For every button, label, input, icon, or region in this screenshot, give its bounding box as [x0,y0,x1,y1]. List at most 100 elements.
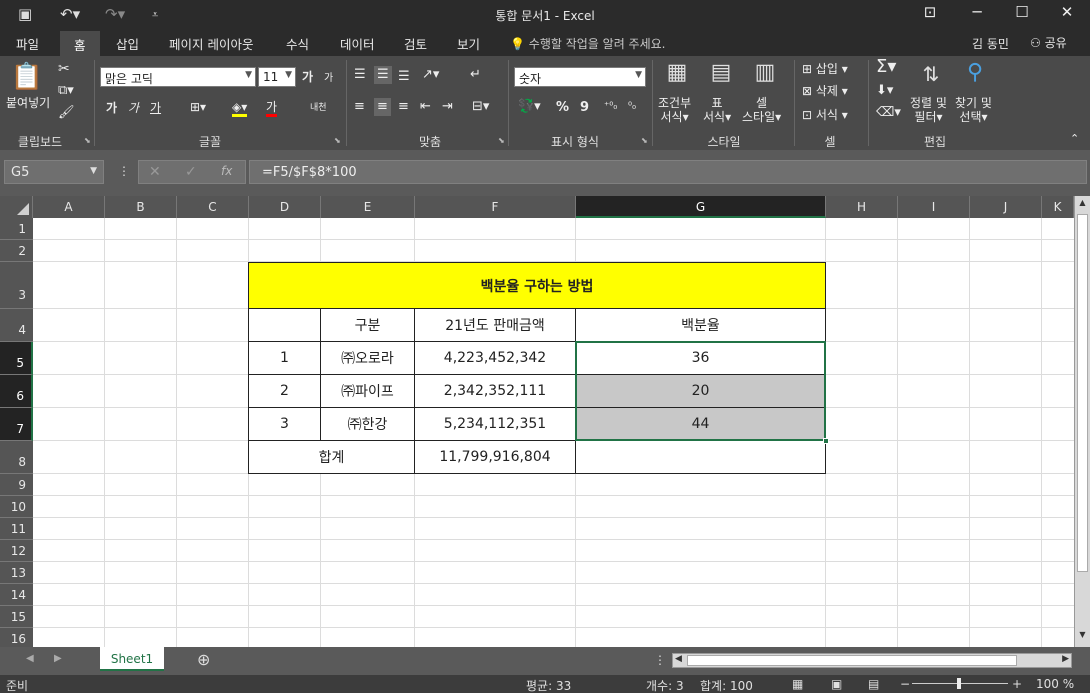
tab-data[interactable]: 데이터 [340,34,375,53]
table-row-percent[interactable]: 20 [575,374,826,408]
insert-function-icon[interactable]: fx [221,164,232,178]
find-select-button[interactable]: 찾기 및 선택▾ [955,96,992,124]
tab-review[interactable]: 검토 [404,34,427,53]
header-name-cell[interactable]: 구분 [320,308,415,342]
align-bottom-icon[interactable]: ☰ [398,70,410,84]
tab-formulas[interactable]: 수식 [286,34,309,53]
scroll-down-icon[interactable]: ▼ [1075,630,1090,645]
phonetic-button[interactable]: 내천 [310,101,327,115]
tell-me-search[interactable]: 💡 수행할 작업을 알려 주세요. [510,35,665,52]
merge-center-icon[interactable]: ⊟▾ [472,100,489,114]
column-header-h[interactable]: H [826,196,898,218]
number-launcher-icon[interactable]: ⬊ [641,136,648,145]
add-sheet-icon[interactable]: ⊕ [197,650,210,669]
column-header-g[interactable]: G [576,196,826,218]
table-row-name[interactable]: ㈜오로라 [320,341,415,375]
font-color-button[interactable]: 가 [266,100,278,117]
horizontal-scrollbar[interactable]: ◀ ▶ [672,653,1072,668]
normal-view-icon[interactable]: ▦ [792,677,803,691]
sheet-tab-sheet1[interactable]: Sheet1 [100,647,164,671]
row-header-11[interactable]: 11 [0,518,33,540]
wrap-text-icon[interactable]: ↵ [470,68,481,82]
split-handle-icon[interactable]: ⋮ [654,653,666,667]
alignment-launcher-icon[interactable]: ⬊ [498,136,505,145]
vertical-scrollbar[interactable]: ▲ ▼ [1074,196,1090,647]
total-percent-cell[interactable] [575,440,826,474]
clipboard-icon[interactable]: 📋 [10,62,44,92]
row-header-4[interactable]: 4 [0,309,33,342]
table-row-amount[interactable]: 5,234,112,351 [414,407,576,441]
table-format-icon[interactable]: ▤ [706,60,736,85]
table-row-name[interactable]: ㈜파이프 [320,374,415,408]
sort-filter-icon[interactable]: ⇅ [914,62,948,86]
column-header-c[interactable]: C [177,196,249,218]
column-header-a[interactable]: A [33,196,105,218]
total-amount-cell[interactable]: 11,799,916,804 [414,440,576,474]
column-header-f[interactable]: F [415,196,576,218]
next-sheet-icon[interactable]: ▶ [54,653,62,664]
percent-button[interactable]: % [556,101,569,115]
select-all-button[interactable] [0,196,33,218]
total-label-cell[interactable]: 합계 [248,440,415,474]
cell-styles-button[interactable]: 셀 스타일▾ [742,96,781,124]
minimize-icon[interactable]: ─ [963,3,991,21]
row-header-1[interactable]: 1 [0,218,33,240]
copy-icon[interactable]: ⧉▾ [58,84,74,98]
table-row-amount[interactable]: 4,223,452,342 [414,341,576,375]
zoom-out-icon[interactable]: − [900,677,910,691]
find-select-icon[interactable]: ⚲ [960,60,990,85]
tab-file[interactable]: 파일 [16,34,39,53]
font-launcher-icon[interactable]: ⬊ [334,136,341,145]
align-center-icon[interactable]: ≡ [374,98,391,116]
enter-icon[interactable]: ✓ [185,164,197,180]
align-top-icon[interactable]: ☰ [354,68,366,82]
table-row-name[interactable]: ㈜한강 [320,407,415,441]
fill-icon[interactable]: ⬇▾ [876,84,893,98]
row-header-5[interactable]: 5 [0,342,33,375]
row-header-10[interactable]: 10 [0,496,33,518]
tab-page-layout[interactable]: 페이지 레이아웃 [169,34,253,53]
scroll-left-icon[interactable]: ◀ [675,654,682,664]
scroll-right-icon[interactable]: ▶ [1062,654,1069,664]
row-header-14[interactable]: 14 [0,584,33,606]
column-header-j[interactable]: J [970,196,1042,218]
user-name[interactable]: 김 동민 [972,35,1009,52]
ribbon-display-icon[interactable]: ⊡ [916,3,944,21]
decrease-indent-icon[interactable]: ⇤ [420,100,431,114]
header-amount-cell[interactable]: 21년도 판매금액 [414,308,576,342]
shrink-font-button[interactable]: 가 [324,72,333,86]
orientation-icon[interactable]: ↗▾ [422,68,439,82]
header-percent-cell[interactable]: 백분율 [575,308,826,342]
conditional-format-button[interactable]: 조건부 서식▾ [658,96,691,124]
tab-insert[interactable]: 삽입 [116,34,139,53]
currency-icon[interactable]: 💱▾ [518,100,541,114]
format-painter-icon[interactable]: 🖌 [58,106,75,120]
tab-home[interactable]: 홈 [60,31,100,56]
delete-cells-button[interactable]: ⊠ 삭제 ▾ [802,84,848,98]
cut-icon[interactable]: ✂ [58,62,70,76]
clear-icon[interactable]: ⌫▾ [876,106,901,120]
autosum-icon[interactable]: Σ▾ [876,58,896,76]
decrease-decimal-icon[interactable]: ⁰₀ [628,100,636,114]
column-header-d[interactable]: D [249,196,321,218]
column-header-b[interactable]: B [105,196,177,218]
tab-view[interactable]: 보기 [457,34,480,53]
format-cells-button[interactable]: ⊡ 서식 ▾ [802,108,848,122]
sort-filter-button[interactable]: 정렬 및 필터▾ [910,96,947,124]
border-icon[interactable]: ⊞▾ [190,100,206,114]
zoom-level[interactable]: 100 % [1036,677,1074,691]
row-header-2[interactable]: 2 [0,240,33,262]
table-row-no[interactable]: 1 [248,341,321,375]
fill-handle[interactable] [823,438,829,444]
column-header-e[interactable]: E [321,196,415,218]
increase-decimal-icon[interactable]: ⁺⁰₀ [604,100,617,114]
table-row-percent[interactable]: 36 [575,341,826,375]
row-header-15[interactable]: 15 [0,606,33,628]
font-name-combo[interactable]: 맑은 고딕 ▼ [100,67,256,87]
row-header-8[interactable]: 8 [0,441,33,474]
formula-input[interactable]: =F5/$F$8*100 [249,160,1087,184]
align-middle-icon[interactable]: ☰ [374,66,392,84]
row-header-7[interactable]: 7 [0,408,33,441]
table-row-amount[interactable]: 2,342,352,111 [414,374,576,408]
align-left-icon[interactable]: ≡ [354,100,365,114]
